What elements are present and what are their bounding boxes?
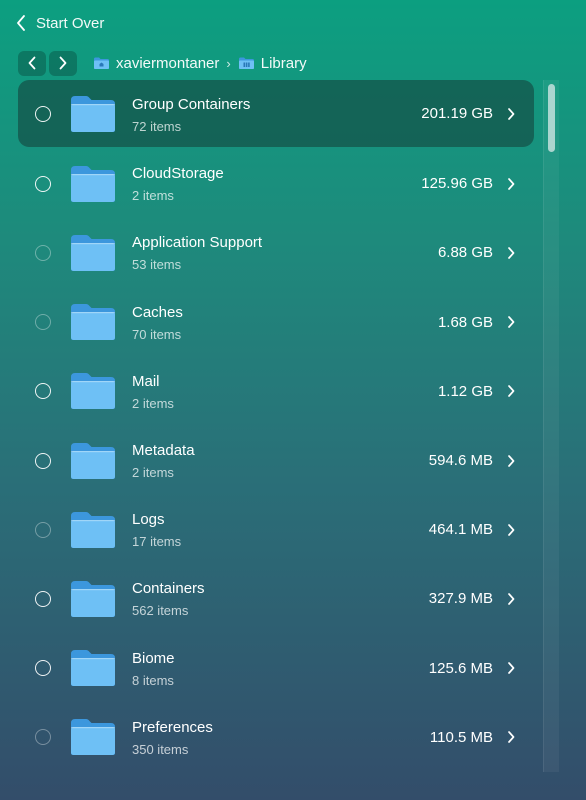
folder-row[interactable]: Logs 17 items 464.1 MB [18, 495, 534, 564]
folder-item-count: 2 items [132, 464, 174, 480]
chevron-right-icon [508, 731, 515, 744]
folder-icon [71, 373, 115, 410]
folder-icon [71, 511, 115, 548]
folder-icon [71, 719, 115, 756]
breadcrumb-separator-icon: › [226, 55, 231, 71]
folder-list: Group Containers 72 items 201.19 GB Clou… [18, 80, 534, 772]
start-over-button[interactable]: Start Over [16, 12, 104, 34]
folder-size: 1.12 GB [437, 382, 493, 400]
folder-item-count: 17 items [132, 534, 182, 550]
breadcrumb-item-library[interactable]: Library [238, 55, 307, 72]
folder-name: Preferences [132, 718, 213, 736]
folder-row[interactable]: Containers 562 items 327.9 MB [18, 564, 534, 633]
chevron-left-icon [28, 56, 36, 70]
breadcrumb-item-home[interactable]: xaviermontaner [93, 55, 219, 72]
select-radio[interactable] [35, 105, 51, 122]
folder-name: Mail [132, 372, 160, 390]
folder-name: Containers [132, 580, 205, 598]
folder-item-count: 72 items [132, 119, 182, 134]
folder-row[interactable]: Caches 70 items 1.68 GB [18, 288, 534, 357]
folder-name: Logs [132, 511, 165, 529]
breadcrumb: xaviermontaner › Library [93, 55, 307, 72]
chevron-right-icon [508, 177, 515, 190]
folder-icon [71, 442, 115, 479]
breadcrumb-label-home: xaviermontaner [116, 54, 220, 72]
folder-item-count: 2 items [132, 188, 174, 204]
folder-size: 125.96 GB [421, 175, 493, 193]
folder-row[interactable]: Group Containers 72 items 201.19 GB [18, 80, 534, 147]
back-button[interactable] [18, 50, 46, 76]
folder-icon [71, 580, 115, 617]
folder-icon [71, 165, 115, 202]
folder-icon [71, 95, 115, 132]
chevron-right-icon [508, 247, 515, 259]
chevron-right-icon [508, 107, 515, 120]
select-radio[interactable] [35, 314, 51, 331]
folder-item-count: 8 items [132, 672, 174, 688]
folder-size: 6.88 GB [437, 244, 493, 262]
forward-button[interactable] [49, 50, 77, 76]
library-folder-icon [238, 57, 254, 69]
folder-size: 1.68 GB [437, 313, 493, 331]
chevron-right-icon [508, 523, 515, 536]
folder-name: Application Support [132, 234, 263, 252]
home-folder-icon [94, 57, 109, 69]
folder-size: 594.6 MB [428, 452, 493, 470]
folder-name: Caches [132, 303, 183, 321]
folder-size: 125.6 MB [428, 659, 493, 677]
select-radio[interactable] [35, 590, 51, 607]
folder-item-count: 53 items [132, 257, 182, 273]
folder-icon [71, 234, 115, 271]
select-radio[interactable] [35, 244, 51, 261]
folder-name: Group Containers [132, 96, 251, 113]
navigation-bar: xaviermontaner › Library [18, 50, 307, 76]
select-radio[interactable] [35, 452, 51, 469]
folder-name: Biome [132, 649, 175, 667]
select-radio[interactable] [35, 729, 51, 746]
folder-row[interactable]: CloudStorage 2 items 125.96 GB [18, 149, 534, 218]
folder-row[interactable]: Metadata 2 items 594.6 MB [18, 426, 534, 495]
folder-name: Metadata [132, 441, 195, 459]
scrollbar[interactable] [543, 80, 559, 772]
breadcrumb-label-library: Library [260, 54, 307, 72]
select-radio[interactable] [35, 383, 51, 400]
folder-icon [71, 650, 115, 687]
select-radio[interactable] [35, 521, 51, 538]
select-radio[interactable] [35, 175, 51, 192]
folder-item-count: 2 items [132, 395, 174, 411]
select-radio[interactable] [35, 660, 51, 677]
start-over-label: Start Over [36, 14, 105, 32]
chevron-right-icon [59, 56, 67, 70]
folder-row[interactable]: Application Support 53 items 6.88 GB [18, 218, 534, 287]
folder-icon [71, 304, 115, 341]
folder-item-count: 70 items [132, 326, 182, 342]
chevron-left-icon [17, 15, 25, 31]
scrollbar-thumb[interactable] [548, 84, 555, 152]
folder-row[interactable]: Mail 2 items 1.12 GB [18, 357, 534, 426]
chevron-right-icon [508, 593, 515, 605]
chevron-right-icon [508, 316, 515, 329]
chevron-right-icon [508, 385, 515, 398]
folder-item-count: 562 items [132, 603, 189, 619]
folder-item-count: 350 items [132, 741, 189, 757]
folder-size: 464.1 MB [428, 521, 493, 539]
folder-name: CloudStorage [132, 165, 224, 183]
folder-size: 327.9 MB [428, 590, 493, 608]
folder-size: 110.5 MB [429, 728, 493, 746]
folder-row[interactable]: Preferences 350 items 110.5 MB [18, 703, 534, 772]
chevron-right-icon [508, 662, 515, 674]
folder-row[interactable]: Biome 8 items 125.6 MB [18, 634, 534, 703]
folder-size: 201.19 GB [421, 105, 493, 122]
chevron-right-icon [508, 454, 515, 467]
